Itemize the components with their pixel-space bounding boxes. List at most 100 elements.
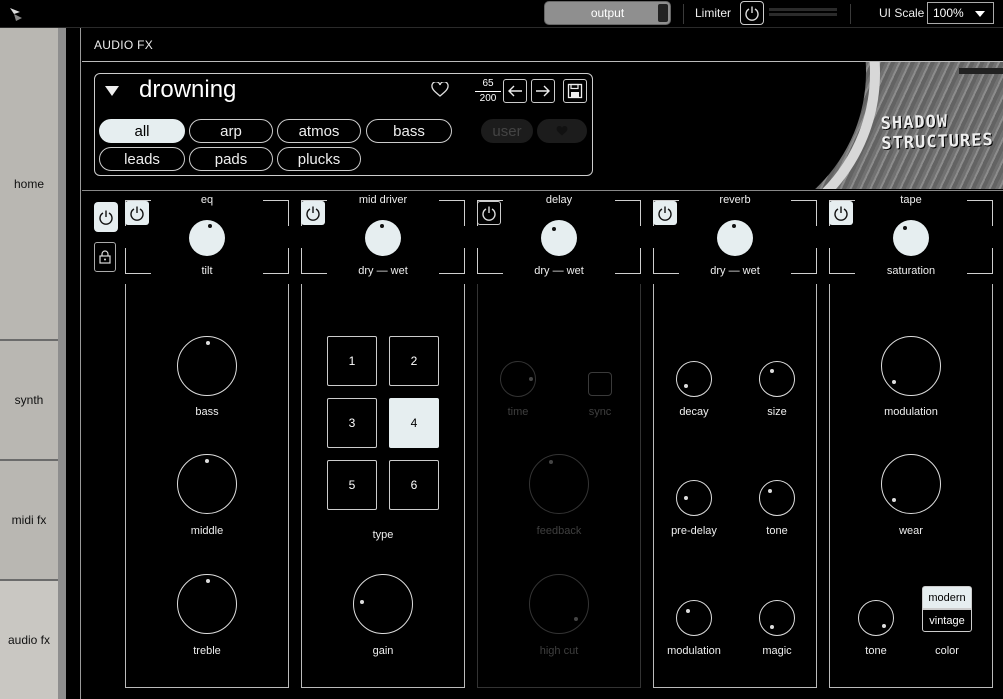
nav-item-home[interactable]: home (0, 28, 58, 341)
tape-power-button[interactable] (829, 201, 853, 225)
type-button-5[interactable]: 5 (327, 460, 377, 510)
high-cut-knob[interactable] (529, 574, 589, 634)
tag-atmos[interactable]: atmos (277, 119, 361, 143)
gain-knob[interactable] (353, 574, 413, 634)
tag-pads[interactable]: pads (189, 147, 273, 171)
tag-label: atmos (298, 122, 340, 140)
knob-label: treble (193, 645, 221, 657)
preset-browser: drowning 65 200 all arp atmos bass leads … (94, 73, 593, 176)
save-preset-button[interactable] (563, 79, 587, 103)
dry-wet-knob[interactable] (365, 220, 401, 256)
divider (82, 190, 1003, 191)
filter-user-button[interactable]: user (481, 119, 533, 143)
feedback-knob[interactable] (529, 454, 589, 514)
color-option-vintage[interactable]: vintage (922, 609, 972, 632)
preset-counter: 65 200 (475, 78, 501, 105)
divider (683, 4, 684, 24)
tag-leads[interactable]: leads (99, 147, 185, 171)
reverb-power-button[interactable] (653, 201, 677, 225)
output-meter-button[interactable]: output (544, 1, 671, 25)
type-label: 4 (410, 416, 418, 430)
wear-knob[interactable] (881, 454, 941, 514)
module-header: eq tilt (125, 194, 289, 277)
divider (850, 4, 851, 24)
tape-tone-knob[interactable] (858, 600, 894, 636)
power-icon (745, 6, 759, 21)
chevron-down-icon (975, 11, 985, 17)
modulation-knob[interactable] (676, 600, 712, 636)
nav-item-audio-fx[interactable]: audio fx (0, 581, 58, 699)
bass-knob[interactable] (177, 336, 237, 396)
treble-knob[interactable] (177, 574, 237, 634)
limiter-power-button[interactable] (740, 1, 764, 25)
filter-favorites-button[interactable] (537, 119, 587, 143)
tag-arp[interactable]: arp (189, 119, 273, 143)
module-body: modulation wear tone modern vintage colo… (829, 284, 993, 688)
middle-knob[interactable] (177, 454, 237, 514)
sync-toggle[interactable] (588, 372, 612, 396)
mid-driver-power-button[interactable] (301, 201, 325, 225)
power-icon (834, 206, 848, 221)
tag-label: pads (214, 150, 248, 168)
tone-knob[interactable] (759, 480, 795, 516)
type-label: 2 (410, 354, 418, 368)
type-button-6[interactable]: 6 (389, 460, 439, 510)
size-knob[interactable] (759, 361, 795, 397)
module-body: bass middle treble (125, 284, 289, 688)
artwork-text-line2: STRUCTURES (881, 130, 995, 154)
tilt-knob[interactable] (189, 220, 225, 256)
type-button-4[interactable]: 4 (389, 398, 439, 448)
module-header: mid driver dry — wet (301, 194, 465, 277)
tag-all[interactable]: all (99, 119, 185, 143)
decay-knob[interactable] (676, 361, 712, 397)
module-title: reverb (719, 194, 751, 206)
pre-delay-knob[interactable] (676, 480, 712, 516)
type-button-2[interactable]: 2 (389, 336, 439, 386)
tag-plucks[interactable]: plucks (277, 147, 361, 171)
preset-name[interactable]: drowning (139, 76, 236, 104)
nav-scrollbar[interactable] (58, 28, 66, 699)
lock-button[interactable] (94, 242, 116, 272)
heart-icon[interactable] (431, 82, 449, 98)
saturation-knob[interactable] (893, 220, 929, 256)
nav-item-label: synth (14, 393, 44, 407)
tape-modulation-knob[interactable] (881, 336, 941, 396)
tag-label: leads (124, 150, 160, 168)
preset-total: 200 (479, 93, 497, 104)
knob-label: size (767, 406, 787, 418)
dry-wet-knob[interactable] (717, 220, 753, 256)
module-sub-label: saturation (886, 265, 936, 277)
type-button-3[interactable]: 3 (327, 398, 377, 448)
type-button-1[interactable]: 1 (327, 336, 377, 386)
power-icon (306, 206, 320, 221)
type-label: 1 (348, 354, 356, 368)
tag-label: plucks (297, 150, 341, 168)
power-icon (482, 206, 496, 221)
type-group-label: type (372, 529, 394, 541)
preset-artwork: SHADOW STRUCTURES (806, 62, 1003, 189)
top-bar: output Limiter UI Scale 100% (0, 0, 1003, 28)
toggle-label: sync (588, 406, 612, 418)
knob-label: tone (766, 525, 788, 537)
module-sub-label: dry — wet (534, 265, 584, 277)
dry-wet-knob[interactable] (541, 220, 577, 256)
nav-item-synth[interactable]: synth (0, 341, 58, 461)
knob-label: wear (899, 525, 923, 537)
module-sub-label: tilt (201, 265, 213, 277)
knob-label: magic (762, 645, 792, 657)
next-preset-button[interactable] (531, 79, 555, 103)
global-power-button[interactable] (94, 202, 118, 232)
delay-power-button[interactable] (477, 201, 501, 225)
prev-preset-button[interactable] (503, 79, 527, 103)
triangle-down-icon[interactable] (105, 86, 119, 96)
time-knob[interactable] (500, 361, 536, 397)
module-body: time sync feedback high cut (477, 284, 641, 688)
color-option-modern[interactable]: modern (922, 586, 972, 609)
type-label: 6 (410, 478, 418, 492)
magic-knob[interactable] (759, 600, 795, 636)
nav-item-midi-fx[interactable]: midi fx (0, 461, 58, 581)
eq-power-button[interactable] (125, 201, 149, 225)
tag-bass[interactable]: bass (366, 119, 452, 143)
module-title: delay (545, 194, 573, 206)
ui-scale-select[interactable]: 100% (927, 2, 994, 24)
